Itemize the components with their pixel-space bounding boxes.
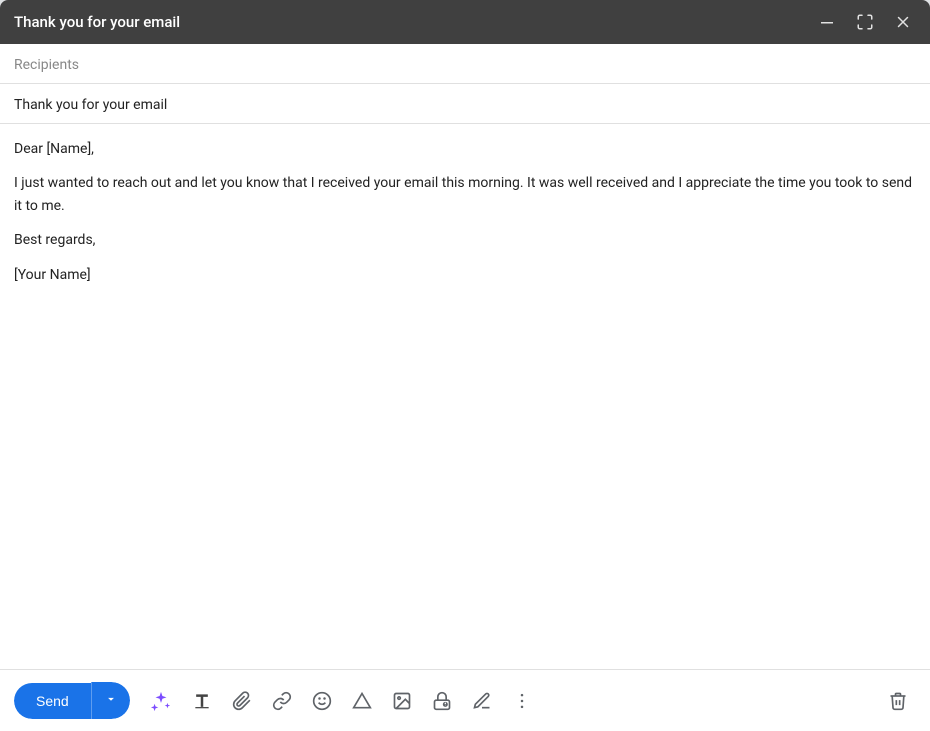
emoji-button[interactable] [304,685,340,717]
attach-button[interactable] [224,685,260,717]
send-dropdown-button[interactable] [91,682,130,719]
maximize-icon [856,13,874,31]
compose-header: Thank you for your email [0,0,930,44]
maximize-button[interactable] [852,9,878,35]
ai-assist-button[interactable] [142,684,180,718]
delete-button[interactable] [880,685,916,717]
more-vert-icon [512,691,532,711]
header-actions [814,9,916,35]
recipients-field[interactable]: Recipients [0,44,930,84]
lock-icon [432,691,452,711]
link-icon [272,691,292,711]
drive-icon [352,691,372,711]
insert-link-button[interactable] [264,685,300,717]
emoji-icon [312,691,332,711]
recipients-placeholder: Recipients [14,57,79,73]
chevron-down-icon [104,692,118,706]
delete-icon [888,691,908,711]
close-button[interactable] [890,9,916,35]
insert-photo-button[interactable] [384,685,420,717]
confidential-button[interactable] [424,685,460,717]
minimize-icon [818,13,836,31]
compose-toolbar: Send [0,669,930,731]
body-greeting: Dear [Name], [14,138,916,160]
pen-icon [472,691,492,711]
photo-icon [392,691,412,711]
body-closing: Best regards, [14,229,916,251]
signature-button[interactable] [464,685,500,717]
minimize-button[interactable] [814,9,840,35]
compose-window: Thank you for your email Recipients [0,0,930,731]
format-text-button[interactable] [184,685,220,717]
body-paragraph1: I just wanted to reach out and let you k… [14,172,916,217]
send-button[interactable]: Send [14,683,91,719]
subject-value: Thank you for your email [14,97,167,113]
attach-icon [232,691,252,711]
close-icon [894,13,912,31]
send-button-group: Send [14,682,130,719]
subject-field[interactable]: Thank you for your email [0,84,930,124]
more-options-button[interactable] [504,685,540,717]
body-signature: [Your Name] [14,264,916,286]
compose-title: Thank you for your email [14,13,180,31]
format-text-icon [192,691,212,711]
drive-button[interactable] [344,685,380,717]
compose-body[interactable]: Dear [Name], I just wanted to reach out … [0,124,930,669]
sparkle-icon [150,690,172,712]
